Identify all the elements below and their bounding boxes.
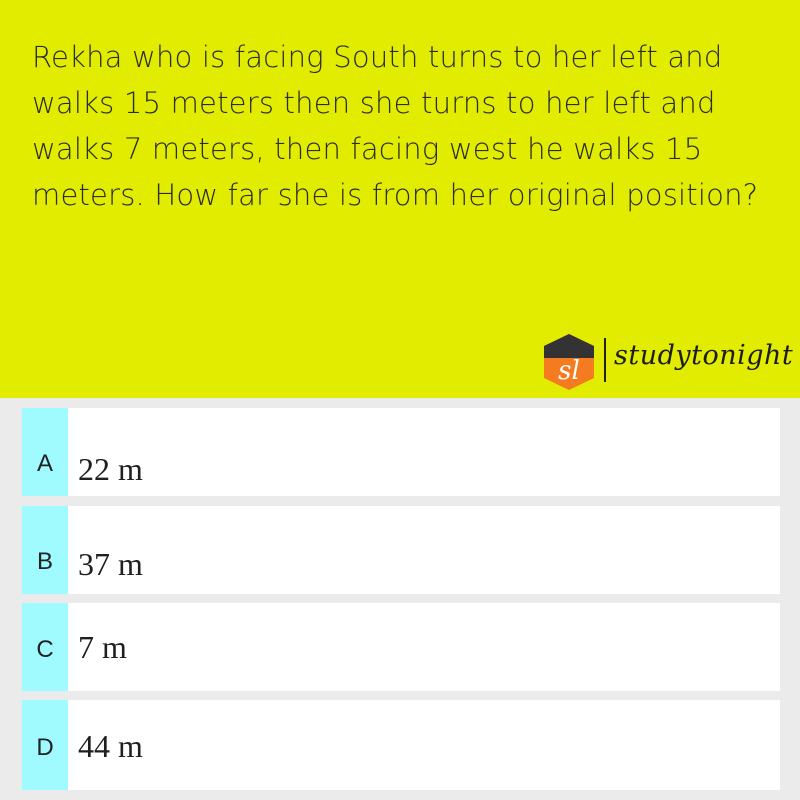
option-letter: C (36, 636, 54, 663)
option-d[interactable]: D 44 m (22, 700, 780, 790)
option-text: 37 m (78, 546, 143, 582)
question-panel: Rekha who is facing South turns to her l… (0, 0, 800, 398)
answer-options: A 22 m B 37 m C 7 m D 44 m (0, 398, 800, 800)
logo-divider (604, 338, 606, 382)
option-c[interactable]: C 7 m (22, 603, 780, 691)
brand-name: studytonight (614, 340, 794, 371)
option-text: 22 m (78, 451, 143, 487)
option-b[interactable]: B 37 m (22, 506, 780, 594)
option-letter: A (36, 450, 53, 477)
option-letter: D (36, 734, 54, 761)
option-text: 7 m (78, 629, 127, 665)
option-text: 44 m (78, 728, 143, 764)
option-a[interactable]: A 22 m (22, 408, 780, 496)
studytonight-logo: sl studytonight (538, 332, 800, 392)
studytonight-logo-icon: sl (544, 334, 594, 390)
question-text: Rekha who is facing South turns to her l… (32, 40, 759, 212)
option-letter: B (36, 548, 53, 575)
logo-badge-text: sl (558, 356, 580, 386)
